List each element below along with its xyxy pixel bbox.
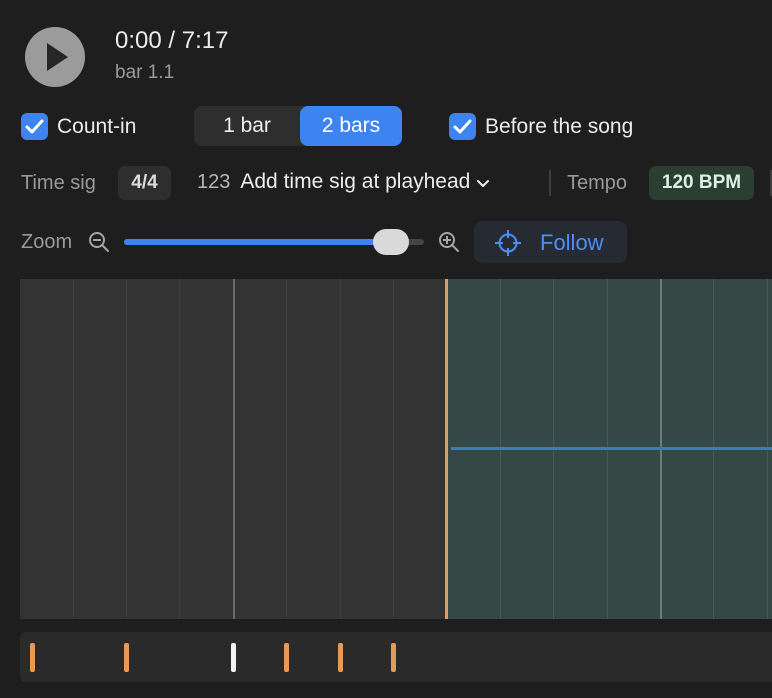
- beat-gridline: [73, 279, 74, 619]
- time-sig-number-icon: 123: [197, 171, 231, 193]
- beat-marker-strip: [20, 632, 772, 682]
- beat-marker: [124, 643, 129, 672]
- beat-gridline: [126, 279, 127, 619]
- checkmark-icon: [25, 119, 44, 134]
- tempo-value[interactable]: 120 BPM: [649, 166, 754, 200]
- time-sig-label: Time sig: [21, 172, 96, 194]
- count-in-label: Count-in: [57, 115, 137, 138]
- zoom-out-icon[interactable]: [88, 231, 110, 258]
- zoom-slider-thumb[interactable]: [373, 229, 409, 255]
- crosshair-icon: [495, 230, 521, 256]
- app-root: 0:00 / 7:17 bar 1.1 Count-in 1 bar 2 bar…: [0, 0, 772, 698]
- beat-marker: [338, 643, 343, 672]
- beat-marker: [391, 643, 396, 672]
- tempo-label: Tempo: [567, 172, 628, 194]
- add-time-sig-label: Add time sig at playhead: [240, 170, 471, 193]
- playhead[interactable]: [445, 279, 448, 619]
- beat-gridline: [286, 279, 287, 619]
- bar-marker: [231, 643, 236, 672]
- beat-marker: [284, 643, 289, 672]
- checkmark-icon: [453, 119, 472, 134]
- beat-gridline: [340, 279, 341, 619]
- zoom-slider-fill: [124, 239, 391, 245]
- divider: [549, 170, 551, 196]
- beat-gridline: [179, 279, 180, 619]
- chevron-down-icon: [477, 179, 490, 187]
- timeline[interactable]: [20, 279, 772, 619]
- bar-gridline: [233, 279, 235, 619]
- beat-gridline: [393, 279, 394, 619]
- beat-marker: [30, 643, 35, 672]
- before-song-label: Before the song: [485, 115, 634, 138]
- play-icon: [47, 43, 68, 71]
- tempo-line: [451, 447, 772, 450]
- count-in-2-bars-option[interactable]: 2 bars: [300, 106, 402, 146]
- zoom-label: Zoom: [21, 231, 73, 253]
- zoom-in-icon[interactable]: [438, 231, 460, 258]
- play-button[interactable]: [25, 27, 85, 87]
- follow-button[interactable]: Follow: [474, 221, 627, 263]
- add-time-sig-dropdown[interactable]: 123 Add time sig at playhead: [197, 170, 490, 198]
- count-in-1-bar-option[interactable]: 1 bar: [194, 106, 300, 146]
- time-sig-value[interactable]: 4/4: [118, 166, 171, 200]
- zoom-slider[interactable]: [124, 229, 424, 255]
- bar-position: bar 1.1: [115, 62, 175, 83]
- count-in-length-segmented: 1 bar 2 bars: [194, 106, 402, 146]
- count-in-checkbox[interactable]: [21, 113, 48, 140]
- follow-label: Follow: [540, 230, 604, 255]
- before-song-checkbox[interactable]: [449, 113, 476, 140]
- time-display: 0:00 / 7:17: [115, 27, 229, 54]
